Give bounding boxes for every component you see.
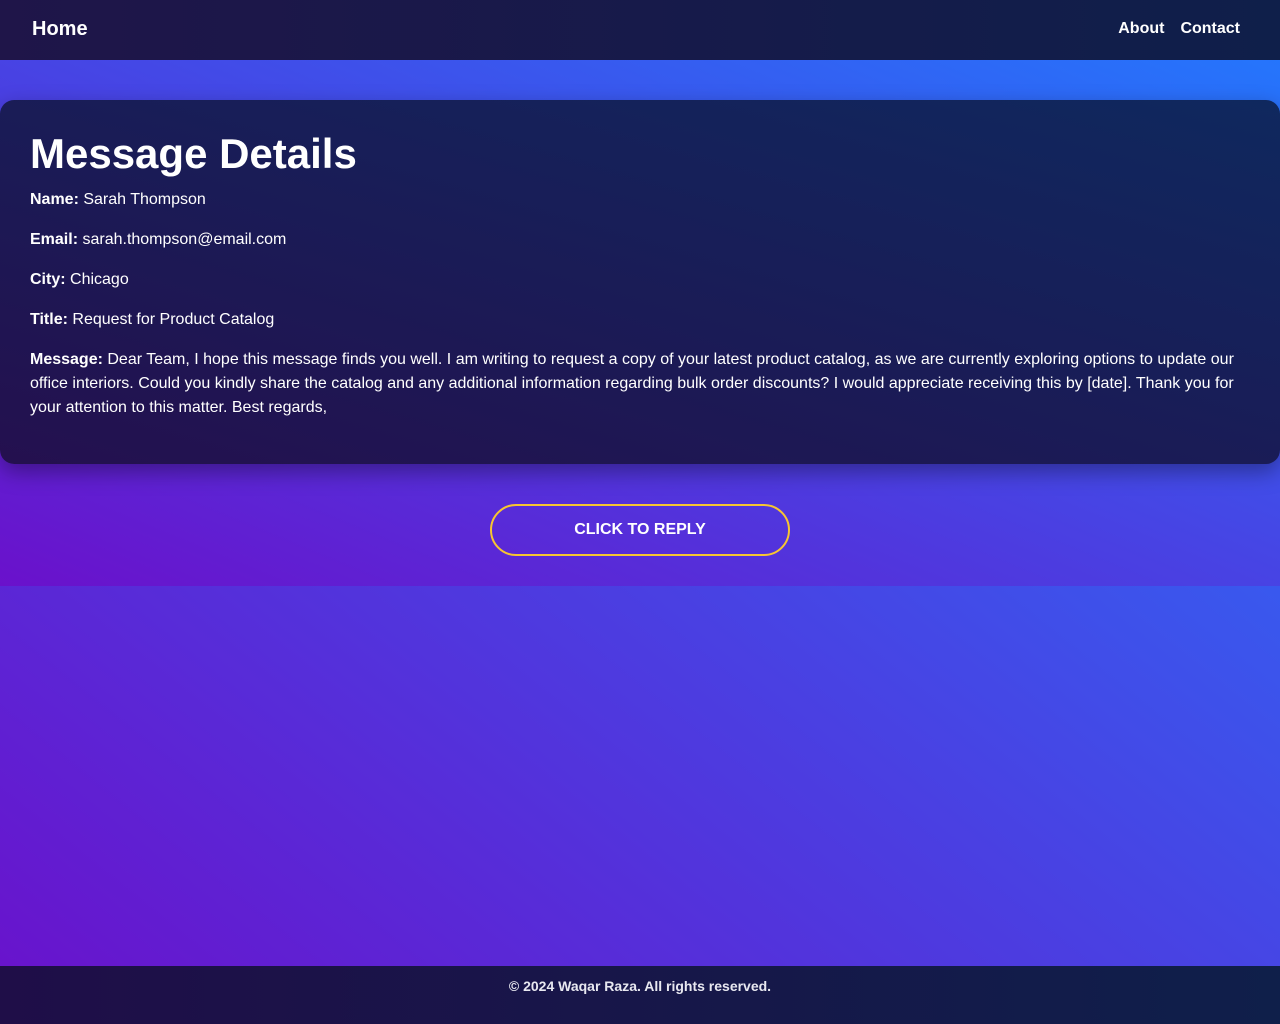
message-field: Message: Dear Team, I hope this message … xyxy=(30,348,1250,420)
name-value: Sarah Thompson xyxy=(83,191,206,208)
city-value: Chicago xyxy=(70,271,129,288)
home-link[interactable]: Home xyxy=(32,18,88,41)
city-field: City: Chicago xyxy=(30,268,1250,292)
city-label: City: xyxy=(30,271,66,288)
email-label: Email: xyxy=(30,231,79,248)
title-label: Title: xyxy=(30,311,68,328)
nav-contact-link[interactable]: Contact xyxy=(1180,20,1240,38)
message-label: Message: xyxy=(30,351,103,368)
footer: © 2024 Waqar Raza. All rights reserved. xyxy=(0,966,1280,1024)
title-value: Request for Product Catalog xyxy=(72,311,275,328)
reply-button[interactable]: Click to Reply xyxy=(490,504,790,556)
copyright-text: © 2024 Waqar Raza. All rights reserved. xyxy=(508,978,772,994)
name-field: Name: Sarah Thompson xyxy=(30,188,1250,212)
email-value: sarah.thompson@email.com xyxy=(82,231,287,248)
title-field: Title: Request for Product Catalog xyxy=(30,308,1250,332)
nav-links: About Contact xyxy=(1118,20,1240,38)
message-body: Dear Team, I hope this message finds you… xyxy=(30,351,1234,416)
page-title: Message Details xyxy=(30,130,357,177)
top-navbar: Home About Contact xyxy=(0,0,1280,60)
name-label: Name: xyxy=(30,191,79,208)
nav-about-link[interactable]: About xyxy=(1118,20,1164,38)
email-field: Email: sarah.thompson@email.com xyxy=(30,228,1250,252)
message-details-card: Message Details Name: Sarah Thompson Ema… xyxy=(0,100,1280,464)
